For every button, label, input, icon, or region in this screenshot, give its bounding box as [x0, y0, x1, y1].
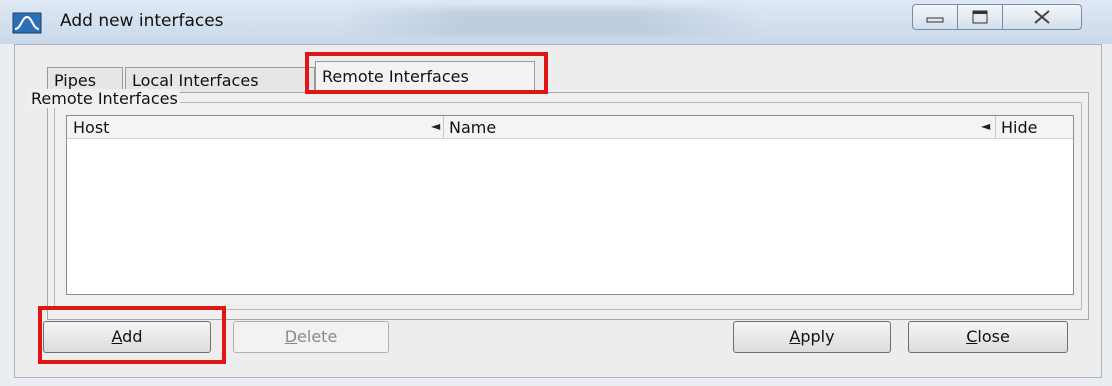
- table-header: Host ◄ Name ◄ Hide: [67, 116, 1073, 139]
- title-bar: Add new interfaces: [0, 0, 1112, 44]
- maximize-icon: [972, 10, 988, 24]
- column-header-name[interactable]: Name: [449, 118, 496, 137]
- app-icon: [12, 12, 42, 34]
- apply-label: pply: [800, 327, 835, 346]
- close-label: lose: [977, 327, 1010, 346]
- maximize-button[interactable]: [957, 4, 1003, 30]
- sort-arrow-icon: ◄: [431, 119, 441, 133]
- apply-button[interactable]: Apply: [733, 321, 891, 353]
- column-header-hide[interactable]: Hide: [1001, 118, 1037, 137]
- column-divider[interactable]: [443, 116, 444, 138]
- group-label: Remote Interfaces: [29, 89, 180, 108]
- close-mnemonic: C: [966, 327, 978, 346]
- sort-arrow-icon: ◄: [981, 119, 991, 133]
- delete-button: Delete: [233, 321, 389, 353]
- highlight-remote-tab: [305, 52, 548, 94]
- close-icon: [1034, 10, 1050, 24]
- minimize-button[interactable]: [912, 4, 958, 30]
- minimize-icon: [926, 17, 944, 23]
- window-title: Add new interfaces: [60, 11, 224, 31]
- delete-label: elete: [297, 327, 338, 346]
- close-button[interactable]: Close: [908, 321, 1068, 353]
- remote-interfaces-table[interactable]: Host ◄ Name ◄ Hide: [66, 115, 1074, 295]
- apply-mnemonic: A: [789, 327, 801, 346]
- column-divider[interactable]: [995, 116, 996, 138]
- delete-mnemonic: D: [284, 327, 298, 346]
- close-window-button[interactable]: [1002, 4, 1082, 30]
- blurred-background-text: [340, 8, 760, 36]
- highlight-add-button: [38, 306, 226, 364]
- column-header-host[interactable]: Host: [73, 118, 109, 137]
